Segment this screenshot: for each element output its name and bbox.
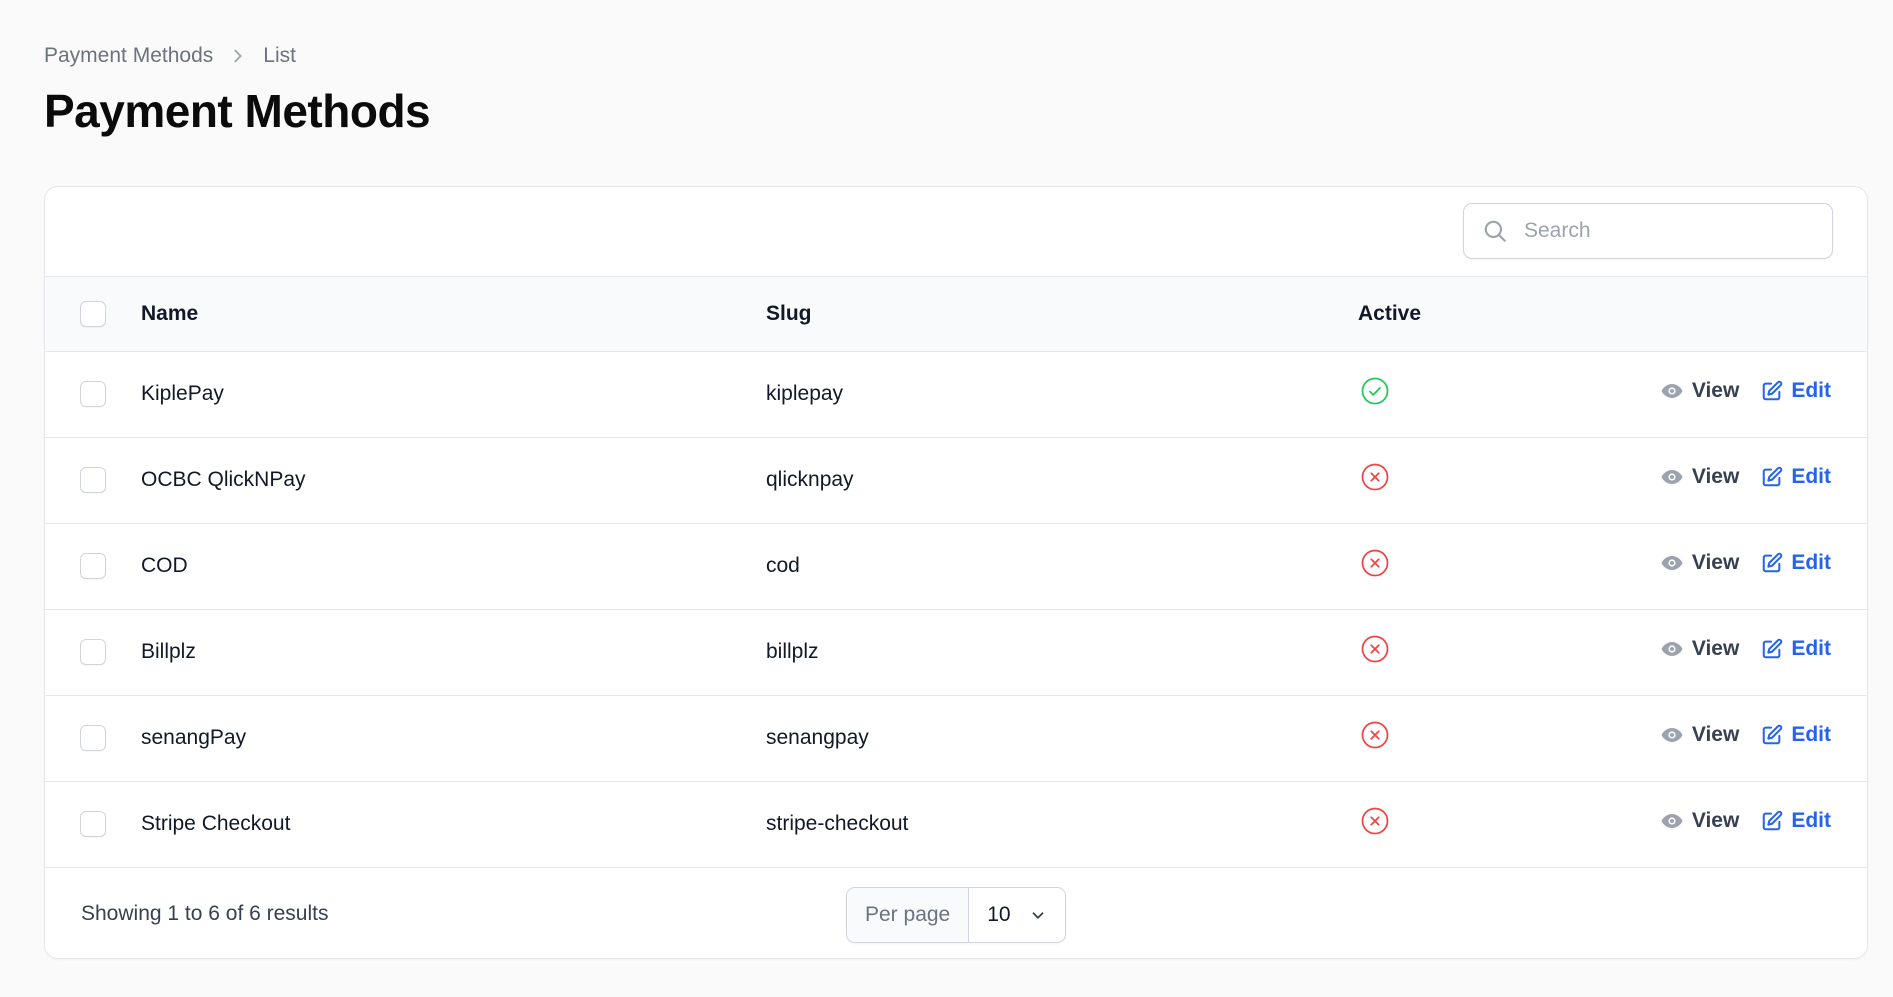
edit-link[interactable]: Edit <box>1761 465 1831 489</box>
view-link[interactable]: View <box>1660 465 1739 489</box>
breadcrumb-item-payment-methods[interactable]: Payment Methods <box>44 44 213 68</box>
view-label: View <box>1691 637 1740 660</box>
row-checkbox[interactable] <box>80 811 106 837</box>
x-circle-icon <box>1360 548 1390 578</box>
cell-name: Billplz <box>141 640 196 663</box>
eye-icon <box>1660 809 1684 833</box>
view-label: View <box>1691 723 1740 746</box>
pencil-square-icon <box>1761 380 1783 402</box>
pencil-square-icon <box>1761 466 1783 488</box>
edit-link[interactable]: Edit <box>1761 551 1831 575</box>
eye-icon <box>1660 723 1684 747</box>
search-icon <box>1482 218 1508 244</box>
payment-methods-table-card: Name Slug Active KiplePay kiplepay View Edi… <box>44 186 1868 959</box>
edit-label: Edit <box>1791 637 1831 660</box>
cell-slug: kiplepay <box>766 382 844 405</box>
per-page-select[interactable]: 10 <box>969 887 1065 942</box>
row-checkbox[interactable] <box>80 467 106 493</box>
results-summary: Showing 1 to 6 of 6 results <box>81 901 329 925</box>
table-row[interactable]: Stripe Checkout stripe-checkout View Edit <box>45 781 1867 867</box>
eye-icon <box>1660 465 1684 489</box>
per-page-control[interactable]: Per page 10 <box>846 886 1066 943</box>
pencil-square-icon <box>1761 724 1783 746</box>
view-link[interactable]: View <box>1660 551 1739 575</box>
edit-link[interactable]: Edit <box>1761 723 1831 747</box>
column-header-actions <box>1608 277 1867 351</box>
cell-slug: billplz <box>766 640 819 663</box>
breadcrumb: Payment Methods List <box>44 44 296 68</box>
select-all-checkbox[interactable] <box>80 300 106 327</box>
row-checkbox[interactable] <box>80 381 106 407</box>
payment-methods-table: Name Slug Active KiplePay kiplepay View Edi… <box>45 277 1867 868</box>
x-circle-icon <box>1360 462 1390 492</box>
cell-slug: senangpay <box>766 726 869 749</box>
edit-label: Edit <box>1791 723 1831 746</box>
pencil-square-icon <box>1761 810 1783 832</box>
table-row[interactable]: senangPay senangpay View Edit <box>45 695 1867 781</box>
table-row[interactable]: Billplz billplz View Edit <box>45 609 1867 695</box>
search-box[interactable] <box>1463 203 1833 259</box>
table-footer: Showing 1 to 6 of 6 results Per page 10 <box>45 868 1867 959</box>
pencil-square-icon <box>1761 638 1783 660</box>
cell-name: Stripe Checkout <box>141 812 291 835</box>
eye-icon <box>1660 379 1684 403</box>
cell-slug: cod <box>766 554 800 577</box>
cell-slug: stripe-checkout <box>766 812 909 835</box>
table-body: KiplePay kiplepay View Edit OCBC QlickNPay ql… <box>45 351 1867 867</box>
cell-name: KiplePay <box>141 382 224 405</box>
pencil-square-icon <box>1761 552 1783 574</box>
row-checkbox[interactable] <box>80 553 106 579</box>
view-link[interactable]: View <box>1660 809 1739 833</box>
table-header-row: Name Slug Active <box>45 277 1867 351</box>
x-circle-icon <box>1360 806 1390 836</box>
view-label: View <box>1691 809 1740 832</box>
eye-icon <box>1660 637 1684 661</box>
edit-link[interactable]: Edit <box>1761 809 1831 833</box>
view-label: View <box>1691 551 1740 574</box>
column-header-slug[interactable]: Slug <box>766 277 1358 351</box>
table-toolbar <box>45 187 1867 277</box>
view-label: View <box>1691 465 1740 488</box>
column-header-active[interactable]: Active <box>1358 277 1608 351</box>
edit-label: Edit <box>1791 551 1831 574</box>
edit-link[interactable]: Edit <box>1761 379 1831 403</box>
table-row[interactable]: OCBC QlickNPay qlicknpay View Edit <box>45 437 1867 523</box>
breadcrumb-item-current: List <box>263 44 296 67</box>
view-link[interactable]: View <box>1660 723 1739 747</box>
per-page-value: 10 <box>987 902 1011 926</box>
chevron-right-icon <box>229 47 247 65</box>
check-circle-icon <box>1360 376 1390 406</box>
edit-link[interactable]: Edit <box>1761 637 1831 661</box>
x-circle-icon <box>1360 720 1390 750</box>
chevron-down-icon <box>1029 906 1047 924</box>
per-page-label: Per page <box>847 887 970 942</box>
edit-label: Edit <box>1791 379 1831 402</box>
cell-slug: qlicknpay <box>766 468 854 491</box>
view-link[interactable]: View <box>1660 379 1739 403</box>
table-row[interactable]: KiplePay kiplepay View Edit <box>45 351 1867 437</box>
table-row[interactable]: COD cod View Edit <box>45 523 1867 609</box>
search-input[interactable] <box>1522 218 1812 244</box>
cell-name: OCBC QlickNPay <box>141 468 306 491</box>
x-circle-icon <box>1360 634 1390 664</box>
column-header-name[interactable]: Name <box>141 277 766 351</box>
row-checkbox[interactable] <box>80 639 106 665</box>
view-link[interactable]: View <box>1660 637 1739 661</box>
view-label: View <box>1691 379 1740 402</box>
edit-label: Edit <box>1791 465 1831 488</box>
row-checkbox[interactable] <box>80 725 106 751</box>
cell-name: COD <box>141 554 188 577</box>
cell-name: senangPay <box>141 726 247 749</box>
eye-icon <box>1660 551 1684 575</box>
page-title: Payment Methods <box>44 85 431 137</box>
edit-label: Edit <box>1791 809 1831 832</box>
